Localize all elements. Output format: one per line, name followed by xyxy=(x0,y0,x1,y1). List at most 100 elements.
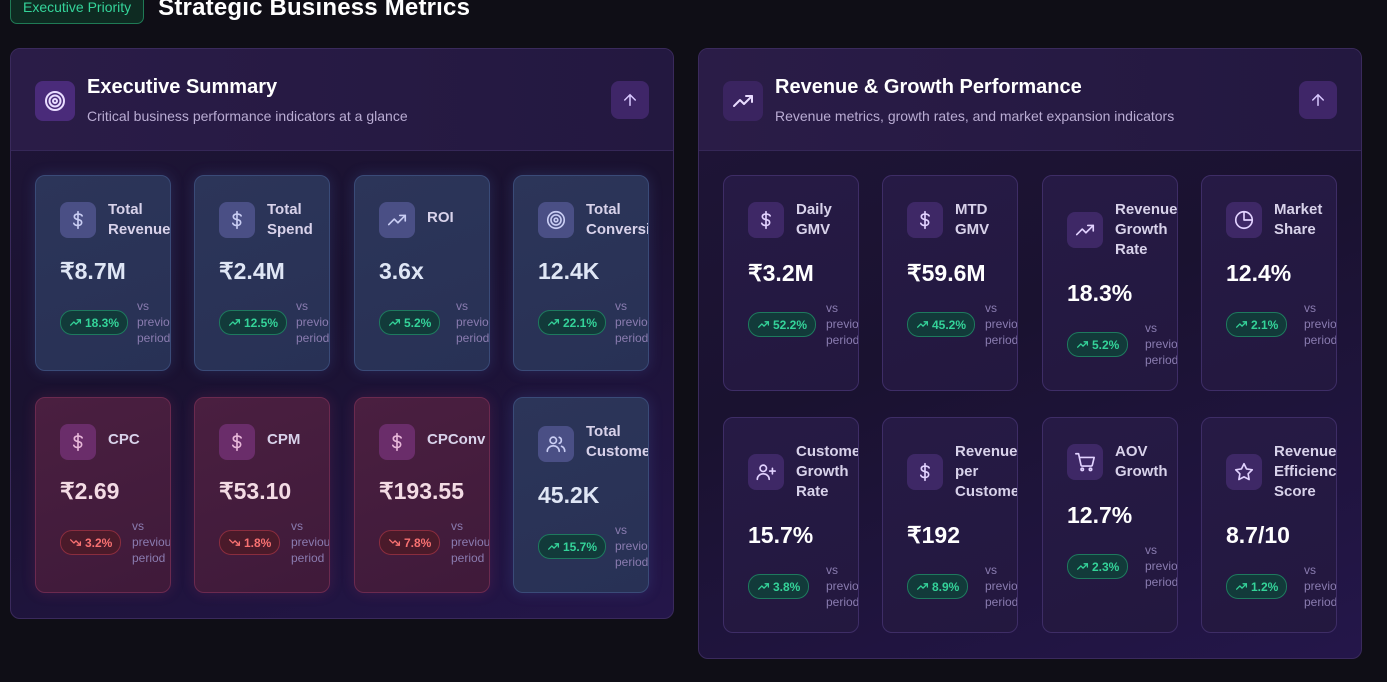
trending-up-icon xyxy=(723,81,763,121)
change-value: 12.5% xyxy=(244,315,279,330)
comparison-label: vs previous period xyxy=(1304,301,1337,347)
change-value: 5.2% xyxy=(1092,337,1120,352)
trend-down-icon xyxy=(69,536,82,549)
comparison-label: vs previous period xyxy=(826,563,859,609)
metric-label: Total Revenue xyxy=(108,201,171,238)
metric-value: ₹192 xyxy=(907,522,961,548)
metric-card[interactable]: Total Spend ₹2.4M 12.5% vs previous period xyxy=(194,175,330,371)
metric-card[interactable]: CPConv ₹193.55 7.8% vs previous period xyxy=(354,397,490,593)
change-badge: 12.5% xyxy=(219,310,288,335)
metric-card[interactable]: Revenue Growth Rate 18.3% 5.2% vs previous … xyxy=(1042,175,1178,391)
trend-up-icon xyxy=(757,580,770,593)
revenue-growth-panel: Revenue & Growth Performance Revenue met… xyxy=(698,48,1362,659)
metric-card[interactable]: AOV Growth 12.7% 2.3% vs previous period xyxy=(1042,417,1178,633)
change-value: 3.2% xyxy=(85,535,113,550)
metric-value: ₹8.7M xyxy=(60,258,126,284)
arrow-up-icon xyxy=(624,93,636,106)
metric-card[interactable]: Customer Growth Rate 15.7% 3.8% vs previous… xyxy=(723,417,859,633)
metric-card[interactable]: CPC ₹2.69 3.2% vs previous period xyxy=(35,397,171,593)
page-title: Strategic Business Metrics xyxy=(158,0,471,21)
change-badge: 2.3% xyxy=(1067,554,1129,579)
change-value: 1.8% xyxy=(244,535,272,550)
metric-card[interactable]: Total Customers 45.2K 15.7% vs previous per… xyxy=(513,397,649,593)
metric-card[interactable]: MTD GMV ₹59.6M 45.2% vs previous period xyxy=(882,175,1018,391)
metric-label: Total Conversions xyxy=(586,201,649,238)
dollar-icon xyxy=(219,424,255,460)
dollar-icon xyxy=(748,202,784,238)
trend-up-icon xyxy=(916,580,929,593)
metric-value: ₹2.4M xyxy=(219,258,285,284)
trend-up-icon xyxy=(228,316,241,329)
change-badge: 18.3% xyxy=(60,310,129,335)
target-icon xyxy=(35,81,75,121)
metric-label: AOV Growth xyxy=(1115,443,1168,480)
trend-up-icon xyxy=(1076,560,1089,573)
metric-label: Total Customers xyxy=(586,423,648,460)
priority-badge: Executive Priority xyxy=(10,0,145,24)
metric-card[interactable]: Total Conversions 12.4K 22.1% vs previous p… xyxy=(513,175,649,371)
change-badge: 8.9% xyxy=(907,574,969,599)
change-value: 7.8% xyxy=(404,535,432,550)
metric-label: ROI xyxy=(427,209,454,226)
metric-value: 15.7% xyxy=(748,522,814,548)
comparison-label: vs previous period xyxy=(826,301,859,347)
metric-card[interactable]: Revenue per Customer ₹192 8.9% vs previous … xyxy=(882,417,1018,633)
change-badge: 1.8% xyxy=(219,530,281,555)
comparison-label: vs previous period xyxy=(456,299,490,345)
metric-value: ₹59.6M xyxy=(907,260,986,286)
change-value: 3.8% xyxy=(773,579,801,594)
metric-card[interactable]: CPM ₹53.10 1.8% vs previous period xyxy=(194,397,330,593)
metric-card[interactable]: Revenue Efficiency Score 8.7/10 1.2% vs pre… xyxy=(1201,417,1337,633)
metric-value: 8.7/10 xyxy=(1226,522,1290,548)
trend-down-icon xyxy=(388,536,401,549)
metric-value: 3.6x xyxy=(379,258,424,284)
panel-title: Executive Summary xyxy=(87,76,278,98)
change-value: 5.2% xyxy=(404,315,432,330)
trend-up-icon xyxy=(1076,338,1089,351)
trend-up-icon xyxy=(916,318,929,331)
change-badge: 15.7% xyxy=(538,534,607,559)
change-value: 45.2% xyxy=(932,317,967,332)
metric-value: ₹2.69 xyxy=(60,478,120,504)
dollar-icon xyxy=(60,424,96,460)
trend-up-icon xyxy=(547,316,560,329)
metric-value: ₹3.2M xyxy=(748,260,814,286)
trend-up-icon xyxy=(1235,318,1248,331)
metric-card[interactable]: Total Revenue ₹8.7M 18.3% vs previous perio… xyxy=(35,175,171,371)
executive-summary-panel: Executive Summary Critical business perf… xyxy=(10,48,674,619)
metric-card[interactable]: Daily GMV ₹3.2M 52.2% vs previous period xyxy=(723,175,859,391)
change-value: 15.7% xyxy=(563,539,598,554)
metric-value: ₹193.55 xyxy=(379,478,464,504)
change-badge: 45.2% xyxy=(907,312,976,337)
metric-label: Customer Growth Rate xyxy=(796,443,858,500)
users-icon xyxy=(538,426,574,462)
dollar-icon xyxy=(379,424,415,460)
metric-card[interactable]: Market Share 12.4% 2.1% vs previous period xyxy=(1201,175,1337,391)
metric-label: CPC xyxy=(108,431,140,448)
trend-up-icon xyxy=(388,316,401,329)
comparison-label: vs previous period xyxy=(132,519,171,565)
pie-chart-icon xyxy=(1226,202,1262,238)
trend-up-icon xyxy=(547,540,560,553)
comparison-label: vs previous period xyxy=(1145,321,1178,367)
dollar-icon xyxy=(219,202,255,238)
metric-value: 12.4K xyxy=(538,258,600,284)
metric-label: CPM xyxy=(267,431,301,448)
trend-up-icon xyxy=(1235,580,1248,593)
metric-card[interactable]: ROI 3.6x 5.2% vs previous period xyxy=(354,175,490,371)
change-badge: 2.1% xyxy=(1226,312,1288,337)
change-badge: 3.2% xyxy=(60,530,122,555)
comparison-label: vs previous period xyxy=(296,299,330,345)
metric-label: Total Spend xyxy=(267,201,313,238)
star-icon xyxy=(1226,454,1262,490)
change-value: 2.1% xyxy=(1251,317,1279,332)
metric-value: 12.4% xyxy=(1226,260,1292,286)
collapse-button[interactable] xyxy=(611,81,649,119)
comparison-label: vs previous period xyxy=(615,523,649,569)
target-icon xyxy=(538,202,574,238)
change-badge: 1.2% xyxy=(1226,574,1288,599)
metric-value: 18.3% xyxy=(1067,280,1133,306)
collapse-button[interactable] xyxy=(1299,81,1337,119)
metric-label: Revenue per Customer xyxy=(955,443,1018,500)
metric-label: Revenue Efficiency Score xyxy=(1274,443,1337,500)
